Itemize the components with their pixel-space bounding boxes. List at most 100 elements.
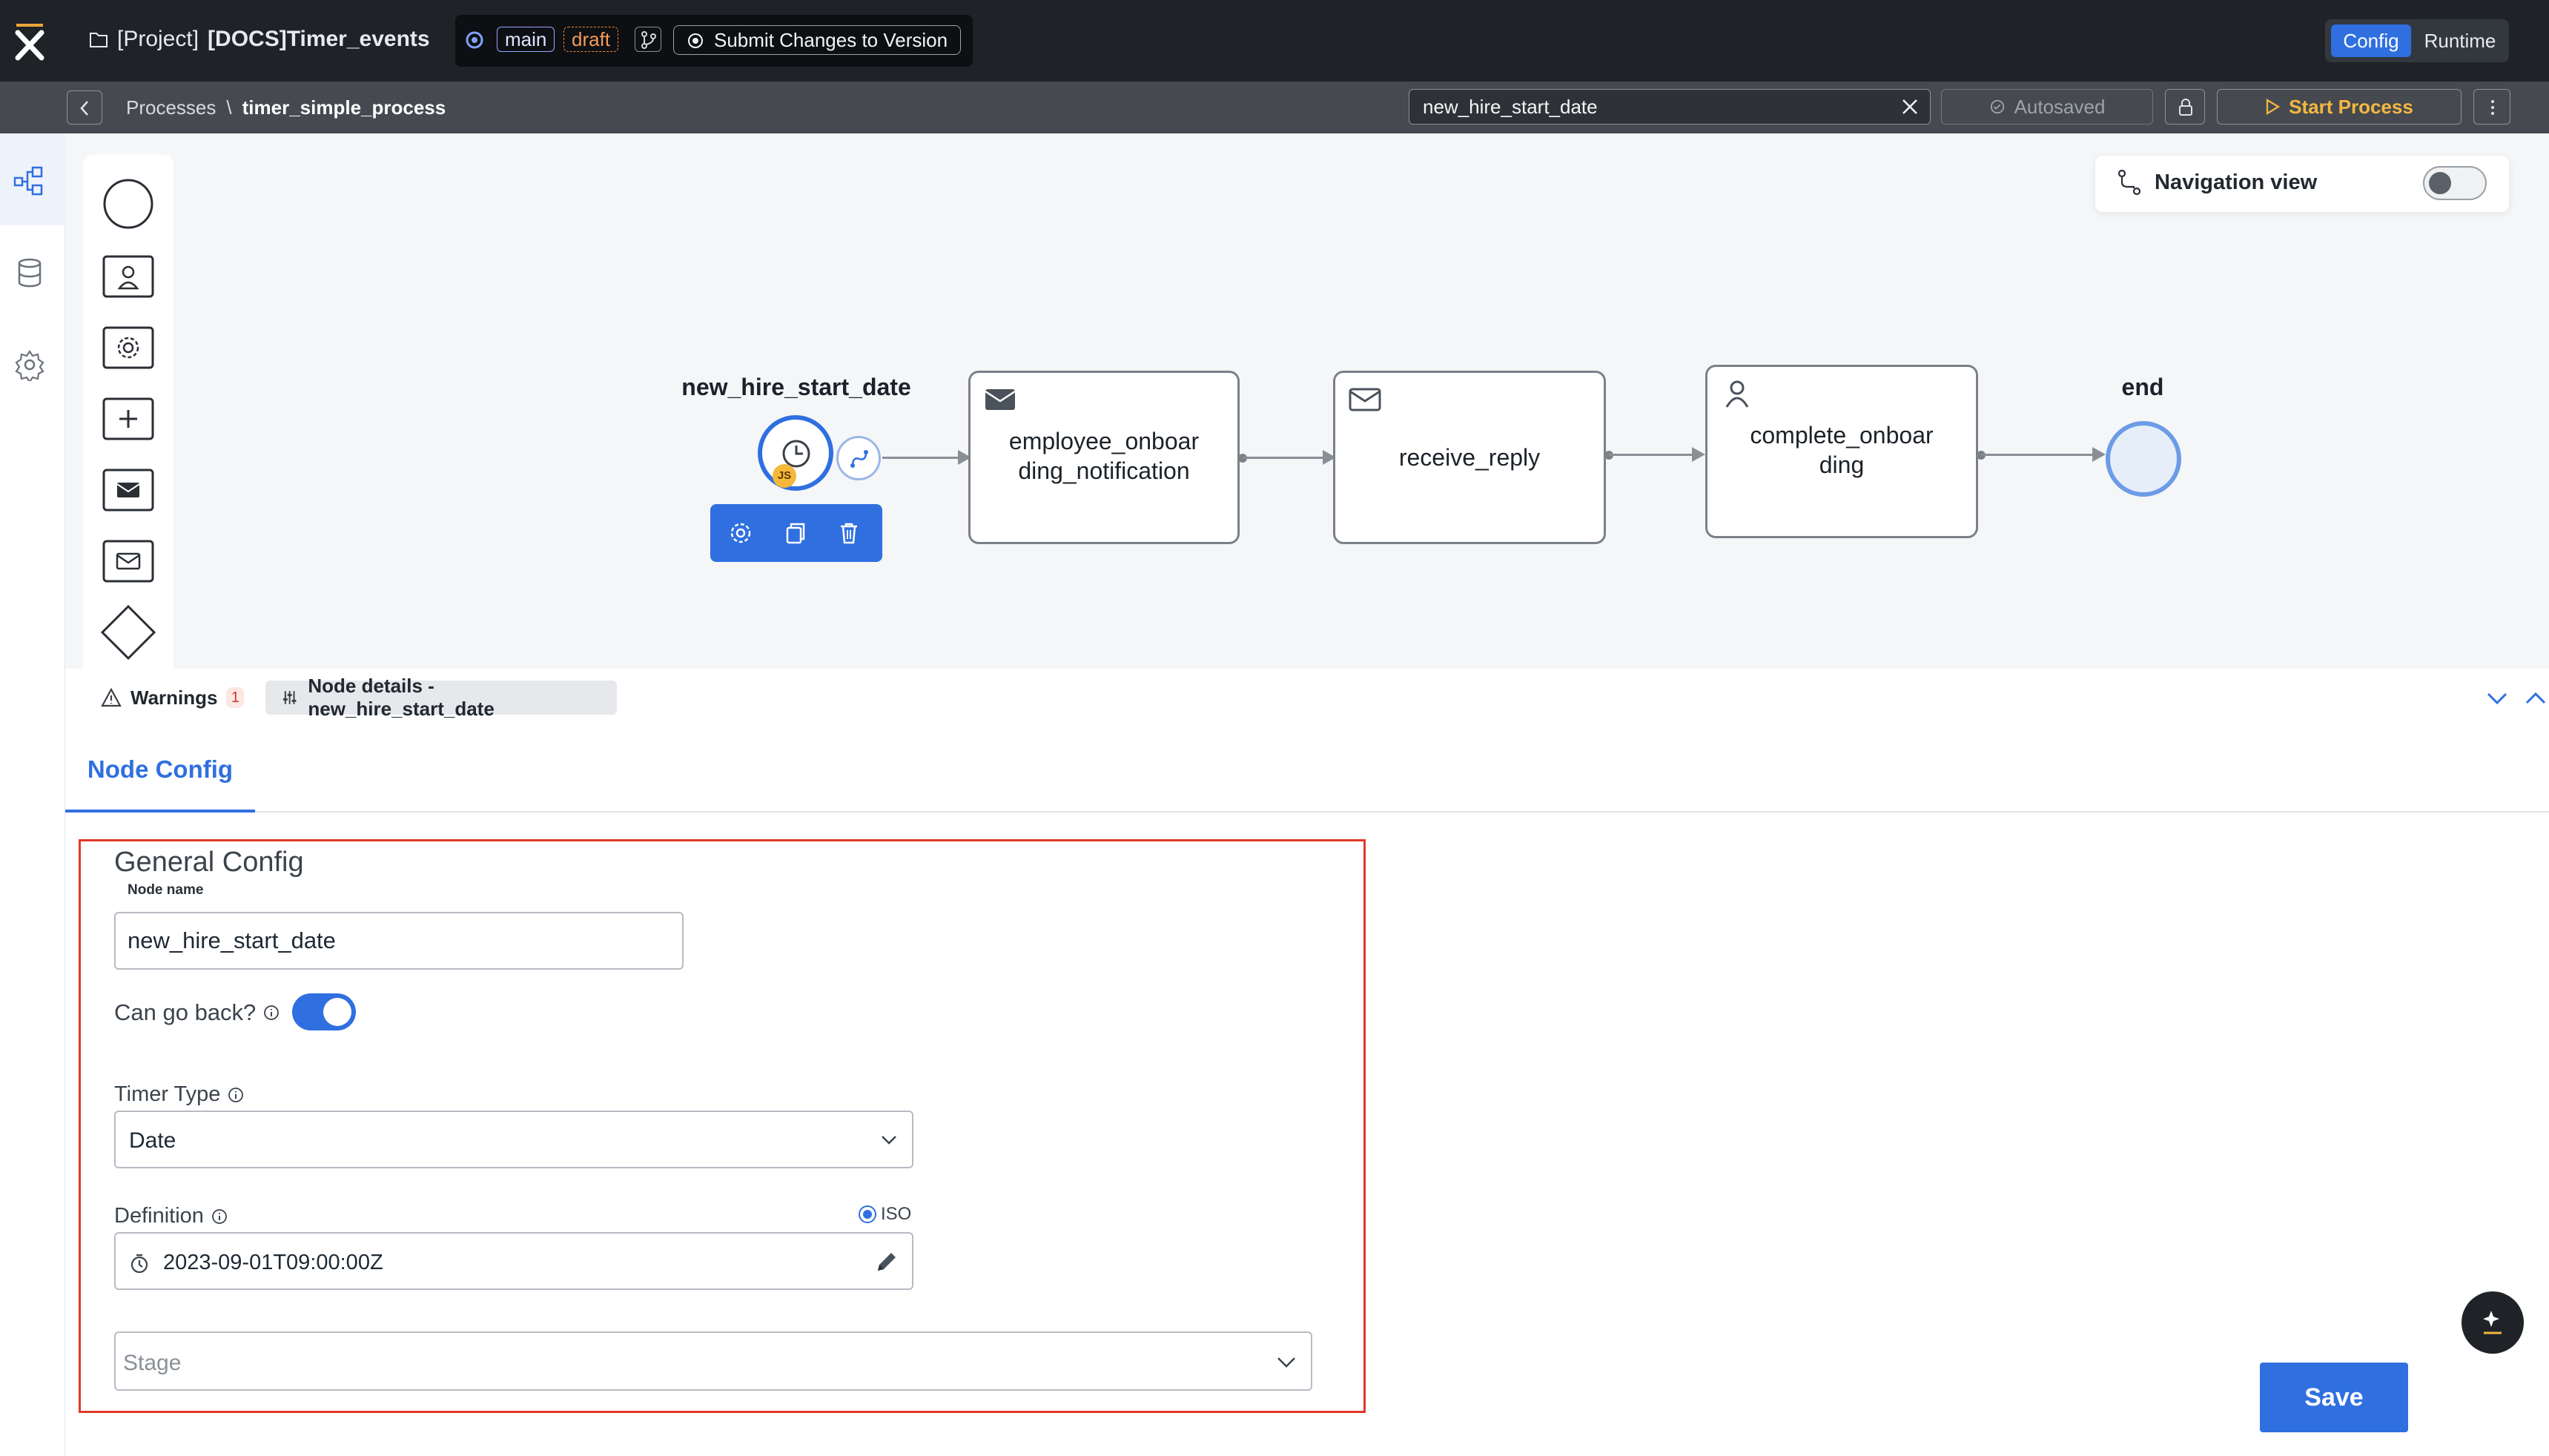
back-button[interactable] xyxy=(67,90,102,125)
config-subtabs: Node Config xyxy=(65,727,2549,813)
palette-subprocess[interactable] xyxy=(99,390,157,448)
task-label: complete_onboar xyxy=(1750,422,1934,449)
plus-task-icon xyxy=(102,397,154,440)
breadcrumb-processes[interactable]: Processes xyxy=(126,96,216,119)
start-node-label: new_hire_start_date xyxy=(681,374,911,400)
definition-label: Definition xyxy=(114,1204,204,1228)
config-mode-button[interactable]: Config xyxy=(2331,24,2411,57)
stage-select[interactable]: Stage xyxy=(114,1331,1312,1391)
chevron-down-icon xyxy=(882,1136,896,1145)
submit-changes-button[interactable]: Submit Changes to Version xyxy=(673,25,961,55)
more-options-button[interactable] xyxy=(2473,89,2510,125)
definition-label-row: Definition xyxy=(114,1204,228,1228)
trash-icon[interactable] xyxy=(835,519,863,547)
close-icon[interactable] xyxy=(1900,97,1920,116)
submit-changes-label: Submit Changes to Version xyxy=(714,28,948,51)
warnings-label: Warnings xyxy=(130,686,218,709)
node-settings-gear-icon[interactable] xyxy=(727,519,755,547)
warning-triangle-icon xyxy=(101,688,122,707)
folder-icon xyxy=(90,33,108,47)
start-process-label: Start Process xyxy=(2289,95,2413,118)
node-search xyxy=(1409,89,1931,125)
node-search-input[interactable] xyxy=(1423,90,1882,124)
envelope-filled-task-icon xyxy=(102,469,154,512)
stopwatch-icon xyxy=(130,1254,148,1274)
ai-assistant-button[interactable] xyxy=(2462,1291,2524,1354)
arrowhead xyxy=(2092,447,2106,462)
sequence-flow[interactable] xyxy=(1609,454,1696,456)
draft-badge: draft xyxy=(563,27,619,52)
sequence-flow[interactable] xyxy=(1243,457,1327,459)
breadcrumb-separator: \ xyxy=(226,96,232,119)
task-label: ding_notification xyxy=(1018,457,1190,484)
navigation-view-toggle[interactable] xyxy=(2423,166,2487,200)
can-go-back-row: Can go back? xyxy=(114,999,280,1026)
iso-label: ISO xyxy=(881,1204,912,1224)
envelope-outline-icon xyxy=(1349,388,1381,411)
rail-item-data[interactable] xyxy=(0,225,65,317)
timer-type-select[interactable]: Date xyxy=(114,1111,913,1168)
end-event-node[interactable] xyxy=(2106,421,2181,497)
task-node-employee-onboarding-notification[interactable]: employee_onboar ding_notification xyxy=(968,371,1240,544)
globe-icon xyxy=(466,31,483,49)
project-name: [DOCS]Timer_events xyxy=(208,27,430,51)
diamond-gateway-icon xyxy=(100,604,156,661)
sequence-flow[interactable] xyxy=(1981,454,2097,456)
chevron-up-icon[interactable] xyxy=(2522,685,2549,712)
palette-receive-message[interactable] xyxy=(99,532,157,590)
radio-selected-icon xyxy=(859,1205,876,1223)
js-badge: JS xyxy=(773,464,796,488)
section-title: General Config xyxy=(114,847,304,878)
chevron-down-icon xyxy=(1277,1357,1295,1368)
rail-item-process[interactable] xyxy=(0,133,65,225)
definition-value: 2023-09-01T09:00:00Z xyxy=(163,1251,383,1274)
save-button[interactable]: Save xyxy=(2260,1363,2408,1432)
git-branch-button[interactable] xyxy=(635,27,661,52)
info-icon[interactable] xyxy=(211,1208,228,1225)
connector-icon xyxy=(850,450,868,468)
process-canvas[interactable] xyxy=(65,133,2549,669)
rail-item-settings[interactable] xyxy=(0,317,65,409)
info-icon[interactable] xyxy=(228,1087,244,1103)
app-logo-icon[interactable] xyxy=(13,21,46,61)
node-toolbar xyxy=(710,504,882,562)
top-bar: [Project] [DOCS]Timer_events main draft … xyxy=(0,0,2549,82)
tab-warnings[interactable]: Warnings 1 xyxy=(101,681,245,715)
tab-node-config[interactable]: Node Config xyxy=(65,727,255,813)
can-go-back-toggle[interactable] xyxy=(292,993,356,1030)
iso-radio[interactable]: ISO xyxy=(859,1204,911,1225)
palette-start-event[interactable] xyxy=(99,175,157,233)
task-label: ding xyxy=(1819,451,1865,478)
autosaved-indicator: Autosaved xyxy=(1941,89,2153,125)
lock-button[interactable] xyxy=(2165,89,2205,125)
branch-badge[interactable]: main xyxy=(497,27,555,52)
node-palette xyxy=(83,154,173,669)
palette-send-message[interactable] xyxy=(99,461,157,519)
sequence-flow[interactable] xyxy=(882,457,964,459)
palette-user-task[interactable] xyxy=(99,248,157,305)
stage-placeholder: Stage xyxy=(123,1351,182,1375)
circle-event-icon xyxy=(103,179,153,229)
palette-gateway[interactable] xyxy=(99,603,157,661)
arrowhead xyxy=(1692,447,1705,462)
pencil-icon[interactable] xyxy=(873,1248,900,1275)
task-node-receive-reply[interactable]: receive_reply xyxy=(1333,371,1606,544)
navigation-view-panel: Navigation view xyxy=(2095,156,2509,212)
start-process-button[interactable]: Start Process xyxy=(2217,89,2462,125)
connect-handle[interactable] xyxy=(836,436,881,480)
breadcrumb-current: timer_simple_process xyxy=(242,96,446,119)
can-go-back-label: Can go back? xyxy=(114,999,257,1025)
runtime-mode-button[interactable]: Runtime xyxy=(2417,24,2503,57)
chevron-down-icon[interactable] xyxy=(2484,685,2510,712)
lock-icon xyxy=(2179,99,2192,116)
tab-node-details[interactable]: Node details - new_hire_start_date xyxy=(265,675,617,720)
info-icon[interactable] xyxy=(263,1005,280,1021)
duplicate-icon[interactable] xyxy=(781,519,810,547)
palette-service-task[interactable] xyxy=(99,319,157,377)
definition-input[interactable]: 2023-09-01T09:00:00Z xyxy=(114,1232,913,1290)
node-name-input[interactable] xyxy=(114,912,684,970)
task-node-complete-onboarding[interactable]: complete_onboar ding xyxy=(1705,365,1978,538)
autosaved-label: Autosaved xyxy=(2014,95,2106,118)
left-rail xyxy=(0,133,65,1456)
sparkle-icon xyxy=(2483,1311,2502,1334)
